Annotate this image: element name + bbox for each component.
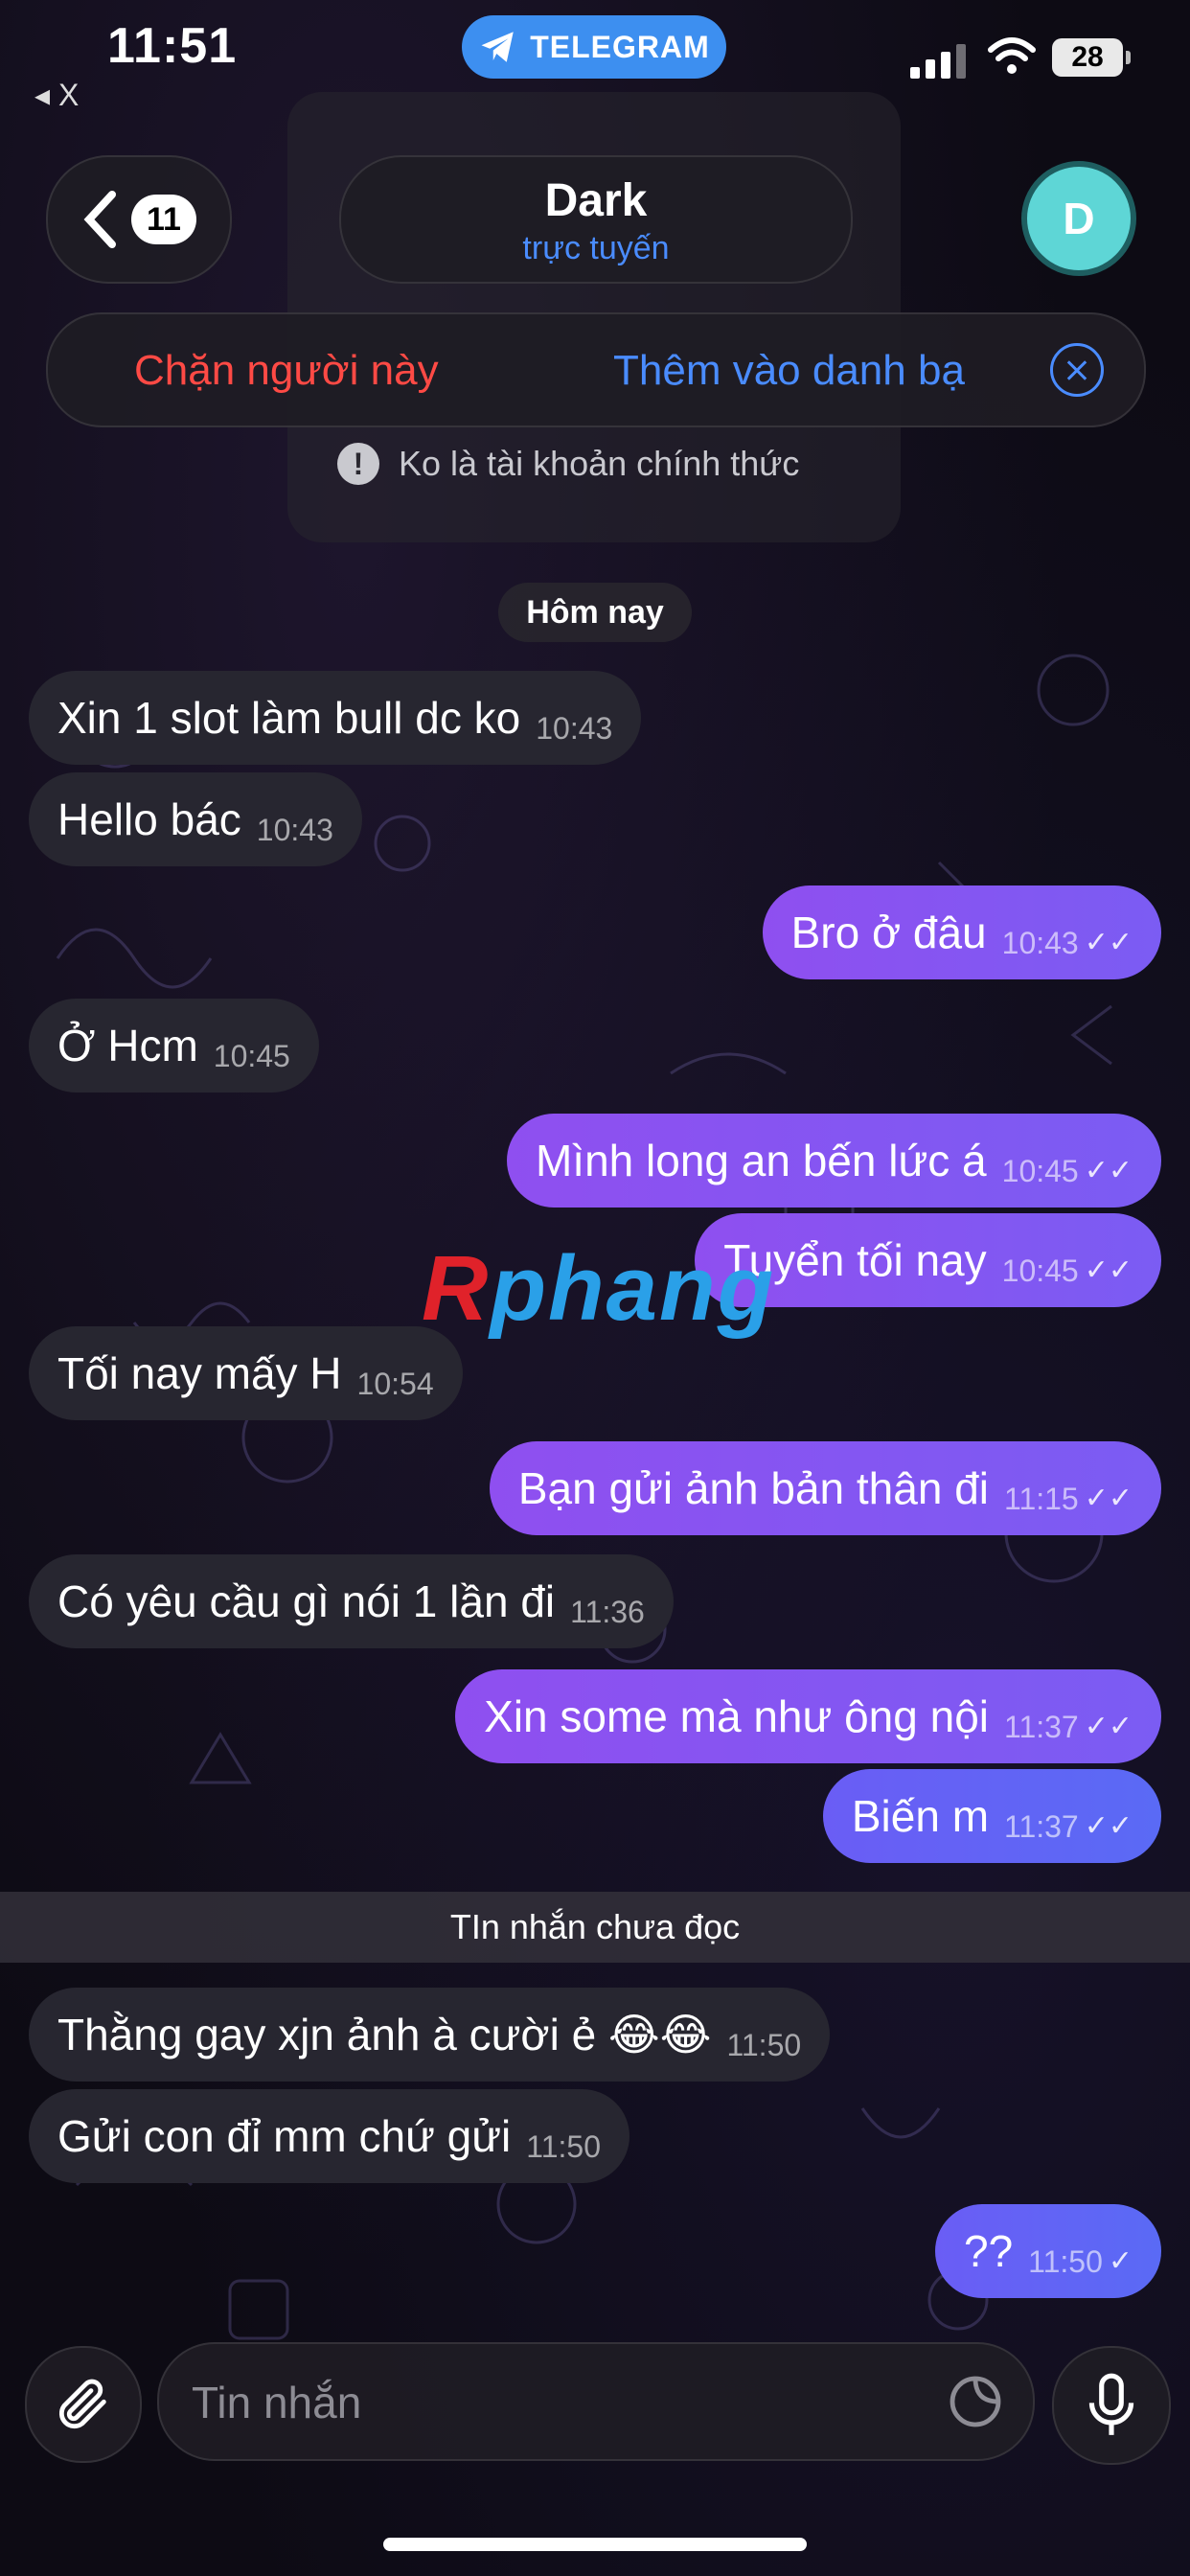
message-bubble-incoming[interactable]: Có yêu cầu gì nói 1 lần đi 11:36 [29, 1554, 674, 1648]
message-bubble-incoming[interactable]: Ở Hcm 10:45 [29, 999, 319, 1092]
watermark-logo: Rphang [422, 1237, 776, 1340]
message-text: Mình long an bến lức á [535, 1136, 987, 1185]
avatar[interactable]: D [1021, 161, 1136, 276]
contact-action-bar: Chặn người này Thêm vào danh bạ [46, 312, 1146, 427]
read-check-icon: ✓✓ [1084, 926, 1133, 958]
attach-button[interactable] [25, 2346, 142, 2463]
message-time: 11:37 [1004, 1808, 1079, 1844]
delivered-check-icon: ✓ [1108, 2244, 1133, 2277]
paperclip-icon [58, 2379, 106, 2429]
message-bubble-outgoing[interactable]: Bro ở đâu 10:43 ✓✓ [762, 886, 1161, 979]
close-icon[interactable] [1050, 343, 1104, 397]
message-time: 11:50 [726, 2027, 802, 2062]
message-text: Tối nay mấy H [57, 1348, 342, 1398]
message-bubble-outgoing[interactable]: Bạn gửi ảnh bản thân đi 11:15 ✓✓ [489, 1441, 1161, 1535]
home-indicator[interactable] [383, 2538, 807, 2551]
cellular-signal-icon [910, 40, 966, 79]
add-contact-button[interactable]: Thêm vào danh bạ [613, 347, 965, 395]
chevron-left-icon [83, 191, 116, 248]
message-text: Xin 1 slot làm bull dc ko [57, 693, 521, 743]
message-bubble-outgoing[interactable]: Xin some mà như ông nội 11:37 ✓✓ [455, 1669, 1161, 1763]
message-time: 11:15 [1004, 1481, 1079, 1516]
message-bubble-incoming[interactable]: Hello bác 10:43 [29, 772, 362, 866]
read-check-icon: ✓✓ [1084, 1809, 1133, 1842]
message-time: 11:50 [1028, 2243, 1103, 2279]
read-check-icon: ✓✓ [1084, 1154, 1133, 1186]
message-bubble-outgoing[interactable]: Biến m 11:37 ✓✓ [822, 1769, 1161, 1863]
block-user-button[interactable]: Chặn người này [134, 347, 439, 395]
message-time: 11:36 [570, 1594, 645, 1629]
battery-icon: 28 [1052, 38, 1131, 77]
message-text: Bạn gửi ảnh bản thân đi [517, 1463, 990, 1513]
chat-title: Dark [544, 175, 648, 226]
back-button[interactable]: 11 [46, 155, 232, 284]
message-bubble-incoming[interactable]: Thằng gay xjn ảnh à cười ẻ 😂😂 11:50 [29, 1988, 831, 2082]
microphone-icon [1088, 2373, 1134, 2435]
message-text: Thằng gay xjn ảnh à cười ẻ 😂😂 [57, 2010, 712, 2059]
message-text: Ở Hcm [57, 1021, 198, 1070]
read-check-icon: ✓✓ [1084, 1254, 1133, 1286]
message-text: ?? [963, 2226, 1014, 2276]
microphone-button[interactable] [1052, 2346, 1171, 2465]
message-time: 10:43 [256, 812, 333, 847]
message-bubble-outgoing[interactable]: Mình long an bến lức á 10:45 ✓✓ [506, 1114, 1161, 1208]
sticker-icon[interactable] [945, 2371, 1006, 2432]
telegram-pill[interactable]: TELEGRAM [462, 15, 726, 79]
message-bubble-incoming[interactable]: Tối nay mấy H 10:54 [29, 1326, 463, 1420]
chat-status: trực tuyến [522, 230, 670, 266]
message-text: Biến m [851, 1791, 990, 1841]
message-bubble-incoming[interactable]: Gửi con đỉ mm chứ gửi 11:50 [29, 2089, 629, 2183]
message-input[interactable] [190, 2371, 922, 2434]
read-check-icon: ✓✓ [1084, 1710, 1133, 1742]
message-time: 10:43 [536, 710, 613, 746]
wifi-icon [988, 37, 1036, 74]
info-note-text: Ko là tài khoản chính thức [399, 444, 800, 483]
telegram-icon [481, 32, 514, 62]
message-time: 10:45 [213, 1038, 290, 1073]
message-text: Bro ở đâu [790, 908, 987, 957]
status-time: 11:51 [107, 18, 238, 74]
exclamation-icon: ! [337, 443, 379, 485]
unread-count-badge: 11 [131, 195, 196, 244]
message-text: Có yêu cầu gì nói 1 lần đi [57, 1576, 556, 1626]
message-bubble-outgoing[interactable]: ?? 11:50 ✓ [934, 2204, 1161, 2298]
date-separator: Hôm nay [498, 583, 692, 642]
back-to-app-link[interactable]: ◂ X [34, 77, 79, 113]
message-text: Xin some mà như ông nội [484, 1691, 990, 1741]
telegram-pill-label: TELEGRAM [530, 29, 710, 64]
message-time: 11:37 [1004, 1709, 1079, 1744]
message-bubble-incoming[interactable]: Xin 1 slot làm bull dc ko 10:43 [29, 671, 642, 765]
message-time: 10:43 [1001, 925, 1079, 960]
message-text: Gửi con đỉ mm chứ gửi [57, 2111, 512, 2161]
message-time: 10:45 [1001, 1253, 1079, 1288]
message-text: Hello bác [57, 794, 241, 844]
info-note: ! Ko là tài khoản chính thức [337, 443, 799, 485]
message-input-box[interactable] [157, 2342, 1035, 2461]
message-time: 10:54 [356, 1366, 434, 1401]
message-time: 11:50 [526, 2128, 601, 2164]
unread-messages-separator: TIn nhắn chưa đọc [0, 1892, 1190, 1963]
read-check-icon: ✓✓ [1084, 1482, 1133, 1514]
message-time: 10:45 [1001, 1153, 1079, 1188]
chat-title-box[interactable]: Dark trực tuyến [339, 155, 853, 284]
